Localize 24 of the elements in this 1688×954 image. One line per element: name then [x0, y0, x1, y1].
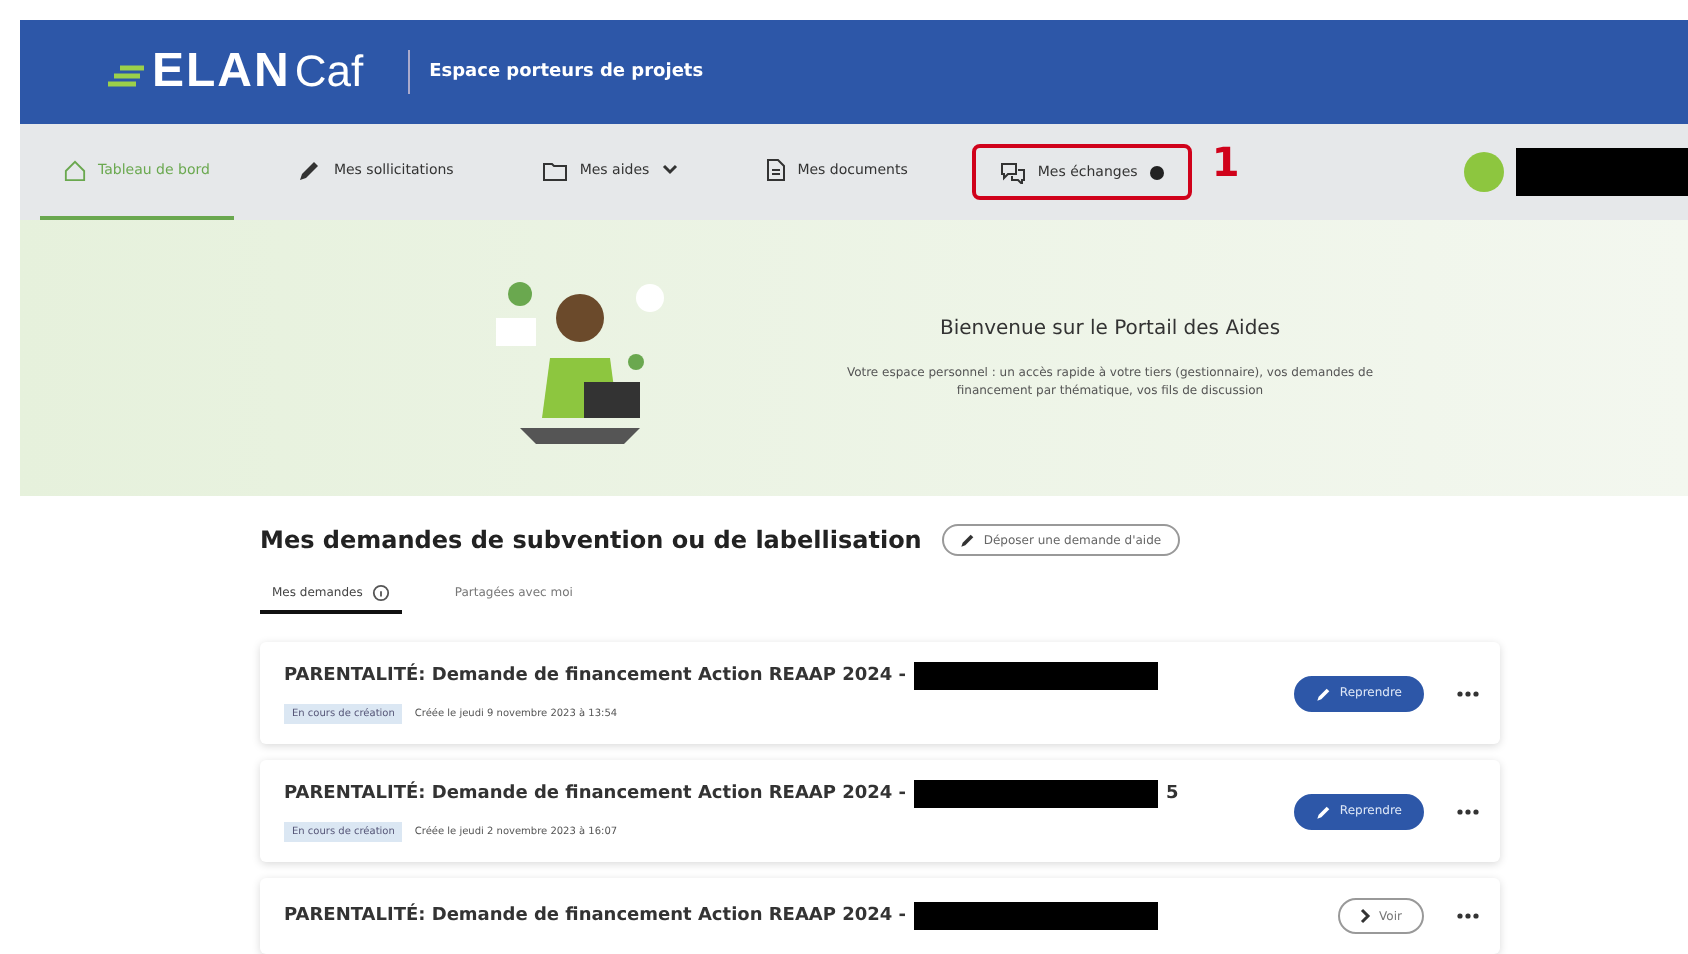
chevron-icon: [1359, 908, 1372, 924]
pencil-icon: [1315, 803, 1332, 819]
more-icon[interactable]: [1456, 912, 1480, 920]
caret-icon: [661, 164, 678, 176]
more-icon[interactable]: [1456, 807, 1480, 815]
logo-text: ELAN: [152, 44, 291, 100]
document-icon: [765, 158, 786, 182]
folder-icon: [541, 159, 568, 181]
info-icon: [372, 584, 391, 602]
request-title: PARENTALITÉ: Demande de financement Action REAAP 2024 -: [284, 666, 907, 686]
logo-text: Caf: [294, 46, 364, 98]
more-icon[interactable]: [1456, 689, 1480, 697]
chat-icon: [999, 161, 1026, 183]
pencil-icon: [959, 532, 976, 548]
pencil-icon: [297, 158, 322, 182]
request-title: PARENTALITÉ: Demande de financement Action REAAP 2024 -: [284, 906, 907, 926]
request-title: PARENTALITÉ: Demande de financement Action REAAP 2024 -: [284, 784, 907, 804]
annotation-number: 1: [1211, 138, 1240, 186]
section-title: Mes demandes de subvention ou de labellisation: [260, 526, 922, 554]
pencil-icon: [1315, 685, 1332, 701]
home-icon: [64, 159, 86, 181]
request-title: 5: [1166, 784, 1179, 804]
welcome-title: Bienvenue sur le Portail des Aides: [939, 317, 1281, 339]
portal-subtitle: Espace porteurs de projets: [407, 50, 704, 94]
